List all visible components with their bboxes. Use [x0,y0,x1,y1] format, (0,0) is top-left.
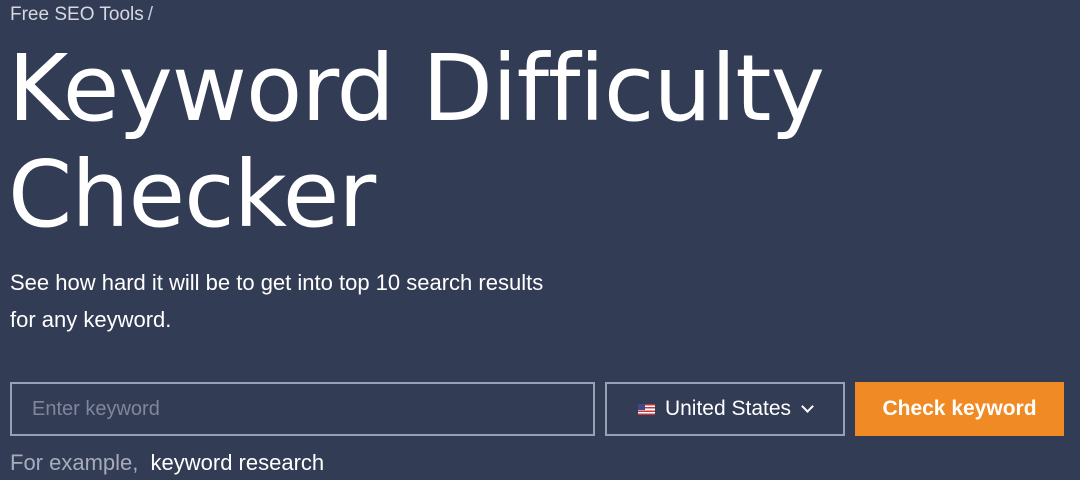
check-keyword-button[interactable]: Check keyword [855,382,1064,436]
page-subtitle-line-2: for any keyword. [10,307,172,332]
breadcrumb: Free SEO Tools / [10,4,153,26]
page-subtitle-line-1: See how hard it will be to get into top … [10,270,544,295]
example-row: For example, keyword research [10,450,324,476]
country-select-label: United States [664,397,792,420]
page-title-line-1: Keyword Difficulty [8,35,825,142]
page: Free SEO Tools / Keyword Difficulty Check… [0,0,1080,480]
keyword-input[interactable] [10,382,595,436]
page-title-line-2: Checker [8,141,376,248]
chevron-down-icon [801,400,814,413]
page-subtitle: See how hard it will be to get into top … [10,264,630,338]
country-select[interactable]: United States [605,382,845,436]
us-flag-icon [637,403,655,415]
breadcrumb-separator: / [147,4,154,25]
page-title: Keyword Difficulty Checker [8,36,1068,248]
example-keyword-link[interactable]: keyword research [151,450,325,475]
breadcrumb-link-free-seo-tools[interactable]: Free SEO Tools [10,4,144,25]
keyword-form: United States Check keyword [10,382,1070,436]
example-label: For example, [10,450,139,475]
